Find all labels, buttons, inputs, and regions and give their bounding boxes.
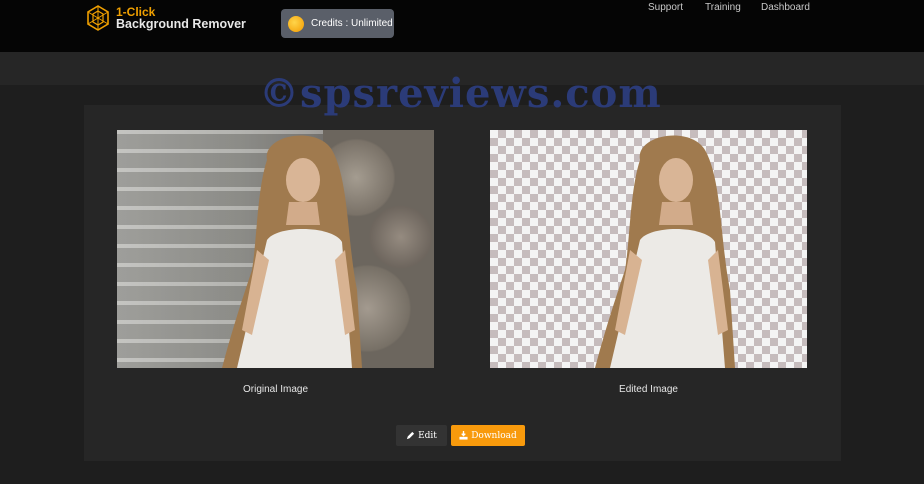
- original-image: [117, 130, 434, 368]
- download-button-label: Download: [471, 430, 517, 441]
- edited-image-caption: Edited Image: [619, 384, 678, 395]
- person-figure-cutout: [595, 135, 735, 368]
- credits-badge: Credits : Unlimited: [281, 9, 394, 38]
- download-button[interactable]: Download: [451, 425, 525, 446]
- logo-title: Background Remover: [116, 17, 246, 31]
- edited-image: [490, 130, 807, 368]
- original-image-caption: Original Image: [242, 384, 309, 395]
- pencil-icon: [406, 431, 415, 440]
- app-logo[interactable]: 1-Click Background Remover: [86, 2, 246, 34]
- download-icon: [459, 431, 468, 440]
- person-figure: [222, 135, 362, 368]
- watermark-text: ©spsreviews.com: [259, 70, 662, 117]
- credits-label: Credits : Unlimited: [311, 18, 393, 29]
- coin-icon: [288, 15, 304, 32]
- hexagon-network-icon: [87, 5, 109, 31]
- edit-button-label: Edit: [418, 430, 437, 441]
- nav-training[interactable]: Training: [705, 2, 741, 13]
- edit-button[interactable]: Edit: [396, 425, 447, 446]
- top-navbar: 1-Click Background Remover Credits : Unl…: [0, 0, 924, 52]
- nav-dashboard[interactable]: Dashboard: [761, 2, 810, 13]
- nav-support[interactable]: Support: [648, 2, 683, 13]
